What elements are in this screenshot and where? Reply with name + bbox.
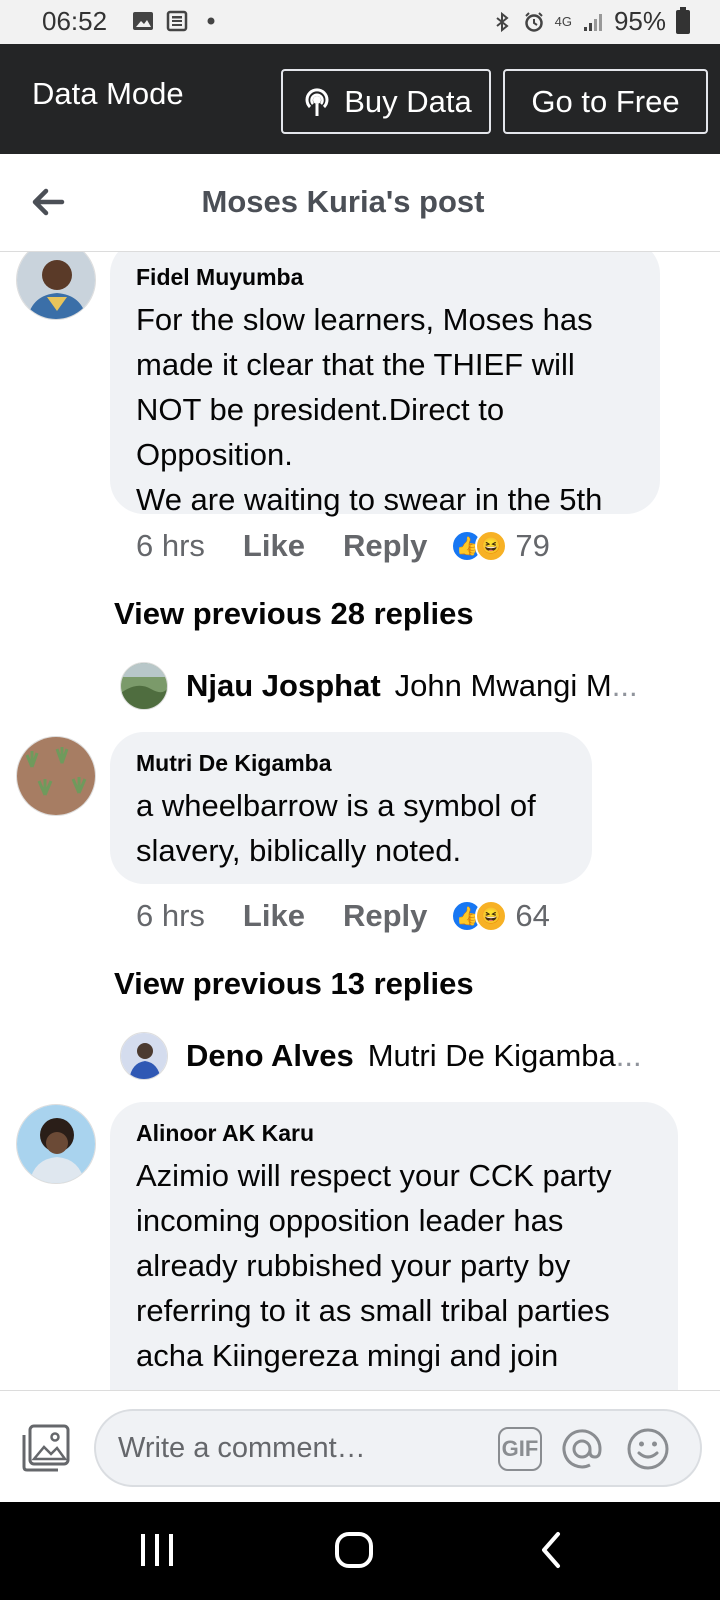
- like-button[interactable]: Like: [243, 898, 305, 934]
- comment-time[interactable]: 6 hrs: [136, 898, 205, 934]
- comment-bubble[interactable]: Alinoor AK Karu Azimio will respect your…: [110, 1102, 678, 1390]
- data-mode-label: Data Mode: [32, 76, 184, 111]
- go-to-free-label: Go to Free: [531, 83, 680, 119]
- reaction-count[interactable]: 64: [515, 898, 549, 934]
- haha-reaction-icon: 😆: [475, 530, 508, 562]
- view-previous-replies[interactable]: View previous 13 replies: [114, 966, 474, 1002]
- plants-photo-icon: [17, 737, 95, 815]
- buy-data-button[interactable]: Buy Data: [281, 69, 491, 134]
- profile-photo-icon: [121, 1033, 167, 1079]
- comments-feed[interactable]: Fidel Muyumba For the slow learners, Mos…: [0, 252, 720, 1390]
- latest-reply-preview[interactable]: Deno Alves Mutri De Kigamba ...: [120, 1032, 680, 1080]
- profile-photo-icon: [17, 1105, 95, 1183]
- reply-button[interactable]: Reply: [343, 898, 427, 934]
- network-type: 4G: [554, 14, 572, 29]
- comment-time[interactable]: 6 hrs: [136, 528, 205, 564]
- home-icon[interactable]: [334, 1530, 374, 1570]
- reply-ellipsis: ...: [611, 668, 638, 703]
- gallery-notification-icon: [133, 12, 153, 30]
- avatar[interactable]: [16, 1104, 96, 1184]
- profile-photo-icon: [17, 252, 95, 319]
- landscape-photo-icon: [121, 663, 167, 709]
- comment-author[interactable]: Alinoor AK Karu: [136, 1120, 652, 1147]
- reply-snippet: Mutri De Kigamba: [367, 1038, 616, 1073]
- system-nav-bar: [0, 1502, 720, 1600]
- comment-author[interactable]: Mutri De Kigamba: [136, 750, 566, 777]
- reply-button[interactable]: Reply: [343, 528, 427, 564]
- reaction-count[interactable]: 79: [515, 528, 549, 564]
- more-notifications-dot-icon: [207, 17, 215, 25]
- comment-bubble[interactable]: Fidel Muyumba For the slow learners, Mos…: [110, 252, 660, 517]
- comment-text: For the slow learners, Moses has made it…: [136, 302, 603, 517]
- page-title: Moses Kuria's post: [201, 184, 485, 219]
- emoji-icon[interactable]: [626, 1427, 670, 1471]
- bluetooth-icon: [495, 11, 509, 32]
- reply-author: Njau Josphat: [186, 668, 381, 703]
- comment-input[interactable]: [118, 1411, 478, 1485]
- reply-avatar: [120, 662, 168, 710]
- alarm-icon: [524, 11, 543, 32]
- reply-ellipsis: ...: [615, 1038, 642, 1073]
- back-icon[interactable]: [532, 1530, 572, 1570]
- haha-reaction-icon: 😆: [475, 900, 508, 932]
- reply-author: Deno Alves: [186, 1038, 354, 1073]
- gif-button[interactable]: GIF: [498, 1427, 542, 1471]
- comment-meta: 6 hrs Like Reply 👍 😆 79: [136, 528, 550, 564]
- status-right: 4G 95%: [491, 6, 690, 37]
- comment-author[interactable]: Fidel Muyumba: [136, 264, 634, 291]
- broadcast-icon: [305, 87, 329, 116]
- recent-apps-icon[interactable]: [137, 1530, 177, 1570]
- battery-icon: [676, 6, 690, 34]
- photo-attach-icon[interactable]: [20, 1423, 72, 1473]
- status-time: 06:52: [42, 6, 108, 36]
- reply-snippet: John Mwangi M: [394, 668, 612, 703]
- comment-bubble[interactable]: Mutri De Kigamba a wheelbarrow is a symb…: [110, 732, 592, 884]
- notification-icons: [132, 10, 222, 32]
- like-button[interactable]: Like: [243, 528, 305, 564]
- avatar[interactable]: [16, 736, 96, 816]
- news-notification-icon: [166, 10, 188, 32]
- reactions[interactable]: 👍 😆: [451, 900, 508, 932]
- reply-avatar: [120, 1032, 168, 1080]
- status-bar: 06:52 4G 95%: [0, 0, 720, 44]
- comment-box[interactable]: GIF: [94, 1409, 702, 1487]
- comment-composer: GIF: [0, 1390, 720, 1502]
- post-header: Moses Kuria's post: [0, 154, 720, 252]
- data-mode-bar: Data Mode Buy Data Go to Free: [0, 44, 720, 154]
- battery-percent: 95%: [613, 6, 666, 36]
- comment-text: Azimio will respect your CCK party incom…: [136, 1158, 612, 1373]
- buy-data-label: Buy Data: [344, 83, 472, 119]
- mention-icon[interactable]: [560, 1427, 604, 1471]
- signal-icon: [583, 13, 602, 31]
- go-to-free-button[interactable]: Go to Free: [503, 69, 708, 134]
- avatar[interactable]: [16, 252, 96, 320]
- view-previous-replies[interactable]: View previous 28 replies: [114, 596, 474, 632]
- latest-reply-preview[interactable]: Njau Josphat John Mwangi M ...: [120, 662, 680, 710]
- comment-text: a wheelbarrow is a symbol of slavery, bi…: [136, 788, 536, 868]
- reactions[interactable]: 👍 😆: [451, 530, 508, 562]
- comment-meta: 6 hrs Like Reply 👍 😆 64: [136, 898, 550, 934]
